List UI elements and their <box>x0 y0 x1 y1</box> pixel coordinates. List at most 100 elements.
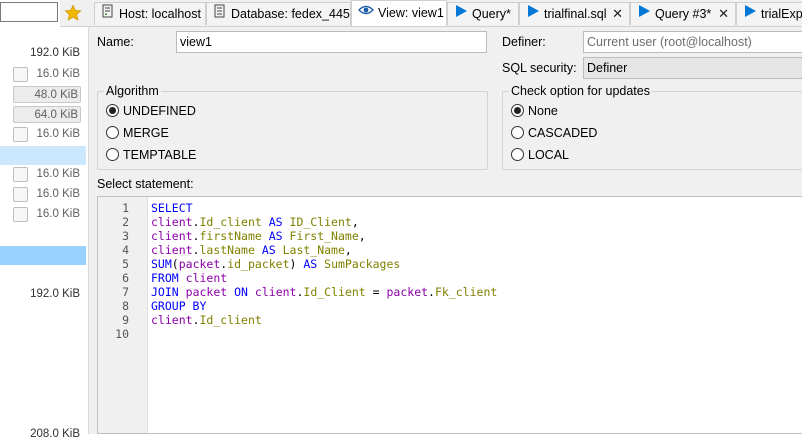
code-line[interactable]: client.lastName AS Last_Name, <box>151 243 352 257</box>
code-token: client <box>151 215 193 229</box>
table-size-row[interactable]: 16.0 KiB <box>0 205 86 224</box>
code-token: JOIN <box>151 285 179 299</box>
algorithm-option-undefined[interactable]: UNDEFINED <box>106 103 196 119</box>
algorithm-option-merge[interactable]: MERGE <box>106 125 169 141</box>
code-token: ) <box>289 257 304 271</box>
tab-label: trialExp <box>761 7 802 21</box>
tab-database-fedex-4453[interactable]: Database: fedex_4453 <box>206 2 351 25</box>
check-option-cascaded[interactable]: CASCADED <box>511 125 597 141</box>
code-line[interactable]: SUM(packet.id_packet) AS SumPackages <box>151 257 400 271</box>
tab-bar: Host: localhost Database: fedex_4453 View:… <box>60 0 802 27</box>
row-checkbox[interactable] <box>13 167 28 182</box>
row-selection-highlight-strong <box>0 246 86 265</box>
radio-label: CASCADED <box>528 126 598 140</box>
table-size-value: 64.0 KiB <box>13 106 81 123</box>
radio-label: MERGE <box>123 126 169 140</box>
row-checkbox[interactable] <box>13 127 28 142</box>
table-size-row[interactable]: 48.0 KiB <box>0 85 86 104</box>
tab-trialexp[interactable]: trialExp <box>736 2 802 25</box>
tab-host-localhost[interactable]: Host: localhost <box>94 2 206 25</box>
view-eye-icon <box>358 1 374 25</box>
tab-query-3[interactable]: Query #3* ✕ <box>630 2 736 25</box>
table-size-row[interactable]: 16.0 KiB <box>0 65 86 84</box>
table-size-value: 16.0 KiB <box>36 68 80 80</box>
code-token: AS <box>261 243 276 257</box>
table-size-row[interactable]: 64.0 KiB <box>0 105 86 124</box>
close-tab-icon[interactable]: ✕ <box>718 3 729 25</box>
algorithm-option-temptable[interactable]: TEMPTABLE <box>106 147 196 163</box>
code-token: client <box>151 313 193 327</box>
radio-button[interactable] <box>106 148 119 162</box>
code-token: FROM <box>151 271 179 285</box>
table-size-value: 16.0 KiB <box>36 188 80 200</box>
favorite-star-icon[interactable] <box>64 4 82 22</box>
code-token: ID_Client <box>282 215 352 229</box>
check-option-group: Check option for updates None CASCADED LOC… <box>502 84 802 170</box>
row-checkbox[interactable] <box>13 67 28 82</box>
check-option-none[interactable]: None <box>511 103 558 119</box>
code-token: Id_client <box>199 313 262 327</box>
sql-editor[interactable]: 1 2 3 4 5 6 7 8 9 10 SELECT client.Id_client AS ID… <box>97 196 802 434</box>
code-token: firstName <box>199 229 262 243</box>
line-number: 2 <box>122 215 129 229</box>
code-line[interactable]: client.Id_client <box>151 313 262 327</box>
query-play-icon <box>526 3 540 25</box>
definer-input[interactable]: Current user (root@localhost) <box>583 31 802 53</box>
table-size-value: 208.0 KiB <box>30 428 80 440</box>
host-icon <box>101 3 115 25</box>
line-number: 4 <box>122 243 129 257</box>
algorithm-title: Algorithm <box>104 84 161 98</box>
code-line[interactable]: GROUP BY <box>151 299 206 313</box>
view-name-input[interactable]: view1 <box>176 31 487 53</box>
code-line[interactable]: client.firstName AS First_Name, <box>151 229 366 243</box>
code-line[interactable]: client.Id_client AS ID_Client, <box>151 215 359 229</box>
code-token: , <box>358 229 366 243</box>
close-tab-icon[interactable]: ✕ <box>612 3 623 25</box>
tab-label: Host: localhost <box>119 7 201 21</box>
code-token: AS <box>268 229 283 243</box>
table-size-row[interactable]: 192.0 KiB <box>0 44 86 63</box>
filter-input[interactable] <box>0 2 58 22</box>
radio-button[interactable] <box>511 126 524 140</box>
definer-label: Definer: <box>502 35 546 49</box>
tab-trialfinal-sql[interactable]: trialfinal.sql ✕ <box>519 2 630 25</box>
line-number: 3 <box>122 229 129 243</box>
line-number: 7 <box>122 285 129 299</box>
database-icon <box>213 3 227 25</box>
code-token: Fk_client <box>434 285 498 299</box>
table-size-row[interactable]: 208.0 KiB <box>0 425 86 444</box>
sql-security-select[interactable]: Definer <box>583 57 802 79</box>
table-size-row[interactable]: 16.0 KiB <box>0 125 86 144</box>
line-number: 10 <box>115 327 129 341</box>
view-editor-panel: Name: view1 Definer: Current user (root@… <box>89 27 802 434</box>
select-statement-label: Select statement: <box>97 177 194 191</box>
code-line[interactable]: JOIN packet ON client. Id_Client = packet… <box>151 285 497 299</box>
table-size-row[interactable]: 16.0 KiB <box>0 165 86 184</box>
code-token: . <box>428 285 435 299</box>
radio-button[interactable] <box>511 148 524 162</box>
radio-button[interactable] <box>106 126 119 140</box>
table-size-row[interactable]: 16.0 KiB <box>0 185 86 204</box>
tab-label: View: view1 <box>378 6 444 20</box>
code-token: client <box>254 285 297 299</box>
table-size-value: 192.0 KiB <box>30 288 80 300</box>
table-size-row[interactable]: 192.0 KiB <box>0 285 86 304</box>
tab-view-view1[interactable]: View: view1 <box>351 0 447 26</box>
code-token: SUM <box>151 257 172 271</box>
row-checkbox[interactable] <box>13 187 28 202</box>
line-number: 1 <box>122 201 129 215</box>
row-checkbox[interactable] <box>13 207 28 222</box>
query-play-icon <box>637 3 651 25</box>
algorithm-group: Algorithm UNDEFINED MERGE TEMPTABLE <box>97 84 488 170</box>
radio-button[interactable] <box>106 104 119 118</box>
code-token: First_Name <box>282 229 359 243</box>
tab-query[interactable]: Query* <box>447 2 519 25</box>
check-option-local[interactable]: LOCAL <box>511 147 569 163</box>
radio-button[interactable] <box>511 104 524 118</box>
code-token: AS <box>303 257 318 271</box>
code-line[interactable]: FROM client <box>151 271 227 285</box>
code-line[interactable]: SELECT <box>151 201 193 215</box>
